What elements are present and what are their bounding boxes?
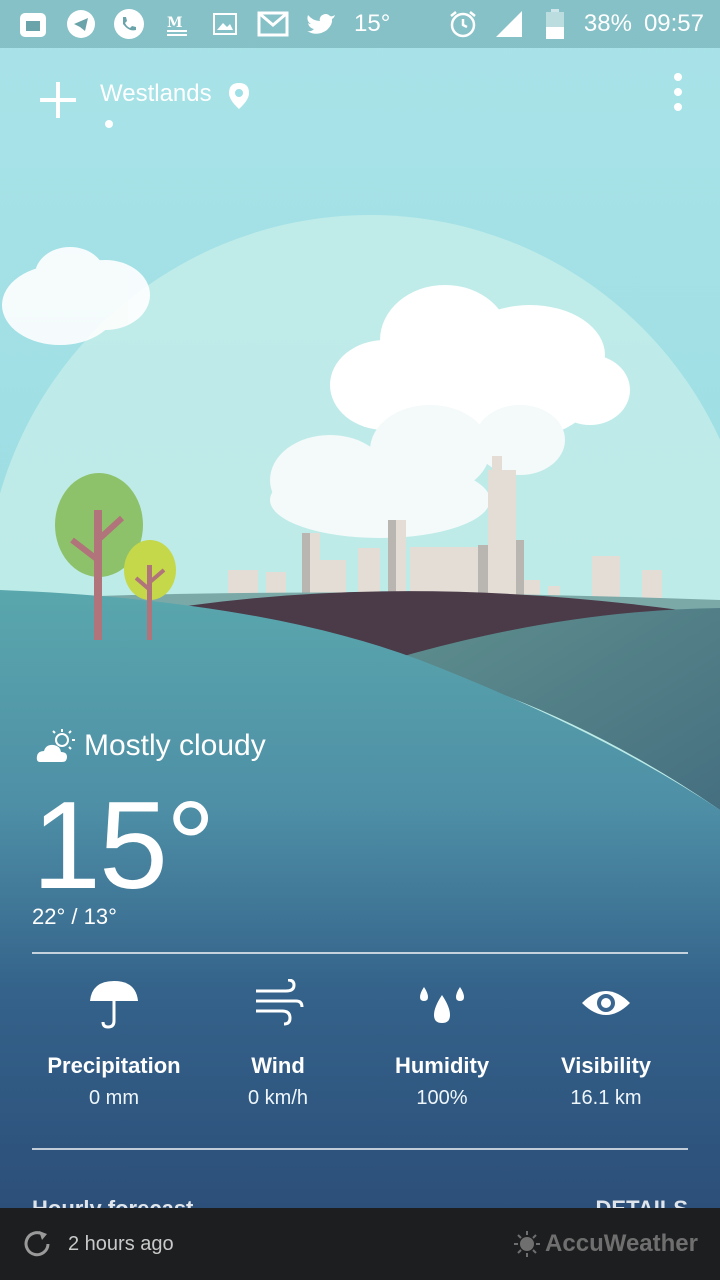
sun-logo-icon: [514, 1231, 541, 1257]
gmail-icon: [256, 7, 290, 41]
stat-label: Humidity: [394, 1053, 490, 1078]
app-header: Westlands: [0, 48, 720, 144]
weather-stats: Precipitation 0 mm Wind 0 km/h Humidity …: [32, 975, 688, 1125]
brand-name: AccuWeather: [545, 1230, 698, 1257]
accuweather-logo[interactable]: AccuWeather: [513, 1230, 698, 1258]
divider-top: [32, 952, 688, 954]
eye-icon: [582, 991, 630, 1015]
footer-bar: 2 hours ago AccuWeather: [0, 1208, 720, 1280]
twitter-icon: [304, 7, 338, 41]
stat-label: Visibility: [560, 1053, 652, 1078]
phone-icon: [112, 7, 146, 41]
status-bar: M 15° 38% 09:57: [0, 0, 720, 48]
wind-icon: [256, 979, 304, 1026]
telegram-icon: [64, 7, 98, 41]
high-low-temperature: 22° / 13°: [32, 904, 117, 929]
refresh-icon[interactable]: [22, 1229, 52, 1259]
battery-icon: [538, 7, 572, 41]
umbrella-icon: [90, 981, 138, 1029]
location-name[interactable]: Westlands: [100, 80, 212, 108]
stat-value: 0 mm: [89, 1087, 139, 1109]
page-indicator-dot: [105, 120, 113, 128]
stat-humidity[interactable]: Humidity 100%: [360, 975, 524, 1125]
divider-bottom: [32, 1148, 688, 1150]
condition-row: Mostly cloudy: [36, 728, 266, 764]
alarm-icon: [446, 7, 480, 41]
stat-value: 16.1 km: [570, 1087, 642, 1109]
medium-icon: M: [160, 7, 194, 41]
stat-precipitation[interactable]: Precipitation 0 mm: [32, 975, 196, 1125]
location-pin-icon: [229, 83, 249, 109]
stat-wind[interactable]: Wind 0 km/h: [196, 975, 360, 1125]
signal-icon: [492, 7, 526, 41]
partly-cloudy-icon: [36, 729, 75, 762]
more-options-button[interactable]: [666, 70, 690, 114]
battery-percent: 38%: [583, 10, 632, 37]
add-location-button[interactable]: [36, 78, 80, 122]
humidity-icon: [420, 987, 464, 1023]
svg-text:M: M: [167, 15, 183, 31]
clock: 09:57: [643, 10, 704, 37]
stat-label: Precipitation: [47, 1053, 181, 1078]
stat-label: Wind: [251, 1053, 305, 1078]
stat-value: 0 km/h: [247, 1087, 309, 1109]
last-updated-text: 2 hours ago: [68, 1232, 174, 1255]
notification-temperature: 15°: [354, 10, 391, 37]
gallery-icon: [208, 7, 242, 41]
stat-value: 100%: [416, 1087, 468, 1109]
current-temperature: 15°: [32, 777, 216, 915]
condition-text: Mostly cloudy: [84, 729, 266, 762]
calendar-icon: [16, 7, 50, 41]
stat-visibility[interactable]: Visibility 16.1 km: [524, 975, 688, 1125]
